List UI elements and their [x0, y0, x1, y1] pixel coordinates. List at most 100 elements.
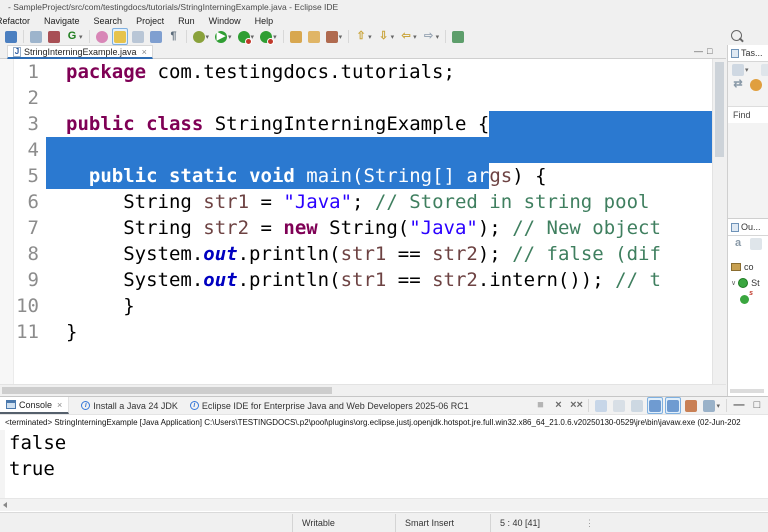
console-notification-1[interactable]: i Eclipse IDE for Enterprise Java and Web…: [189, 401, 469, 411]
last-edit-location-button[interactable]: ⇦ ▾: [398, 28, 419, 45]
menu-item-run[interactable]: Run: [171, 16, 202, 26]
previous-annotation-dropdown-arrow[interactable]: ▾: [368, 33, 372, 41]
coverage-run-button[interactable]: ▾: [258, 28, 279, 45]
show-whitespace-button[interactable]: ¶: [166, 28, 182, 45]
editor-vertical-scrollbar[interactable]: [712, 59, 726, 384]
gradle-refresh-button[interactable]: G ▾: [64, 28, 85, 45]
new-wizard-button[interactable]: [3, 28, 19, 45]
outline-item-package[interactable]: co: [728, 259, 768, 275]
external-tools-dropdown-arrow[interactable]: ▾: [206, 33, 210, 41]
console-tab-close-icon[interactable]: ×: [57, 400, 62, 410]
editor-tab-close-icon[interactable]: ×: [142, 47, 147, 57]
maximize-console-button[interactable]: □: [749, 397, 765, 414]
menu-item-refactor[interactable]: Refactor: [0, 16, 37, 26]
code-text[interactable]: System. out .println(str1 == str2 .intern()…: [46, 267, 712, 293]
show-stderr-on-change-button[interactable]: [665, 397, 682, 414]
token: System.: [66, 243, 204, 265]
remove-launch-button[interactable]: ×: [550, 397, 566, 414]
minimize-editor-area-icon[interactable]: —: [694, 46, 703, 56]
horizontal-scrollbar-thumb[interactable]: [2, 387, 332, 394]
tab-task-list[interactable]: Tas...: [728, 45, 768, 62]
open-perspective-button[interactable]: [450, 28, 466, 45]
vertical-scrollbar-thumb[interactable]: [715, 62, 724, 157]
code-text[interactable]: }: [46, 319, 712, 345]
selection-fill: [489, 111, 712, 137]
console-horizontal-scrollbar[interactable]: [0, 498, 768, 511]
console-notification-0[interactable]: i Install a Java 24 JDK: [81, 401, 178, 411]
tab-outline[interactable]: Ou...: [728, 219, 768, 236]
new-java-package-button[interactable]: [46, 28, 62, 45]
task-repository-button[interactable]: [748, 76, 764, 93]
run-button[interactable]: ▶ ▾: [213, 28, 234, 45]
code-text[interactable]: System. out .println(str1 == str2); // fal…: [46, 241, 712, 267]
outline-item-method[interactable]: s: [728, 290, 768, 307]
minimize-console-button[interactable]: —: [731, 397, 747, 414]
forward-history-dropdown-arrow[interactable]: ▾: [436, 33, 440, 41]
word-wrap-button[interactable]: [629, 397, 645, 414]
previous-annotation-button[interactable]: ⇧ ▾: [353, 28, 374, 45]
debug-run-button[interactable]: ▾: [236, 28, 257, 45]
menu-item-search[interactable]: Search: [87, 16, 130, 26]
skip-breakpoints-button[interactable]: [130, 28, 146, 45]
token: main(String[] ar: [294, 163, 490, 189]
open-type-button[interactable]: [148, 28, 164, 45]
editor-tab[interactable]: J StringInterningExample.java ×: [7, 45, 153, 59]
terminate-button[interactable]: ■: [532, 397, 548, 414]
status-overflow-icon[interactable]: ⋮: [585, 514, 594, 532]
pin-console-icon: [685, 399, 698, 412]
link-with-editor-button[interactable]: ⇄: [730, 76, 746, 93]
gradle-refresh-dropdown-arrow[interactable]: ▾: [79, 33, 83, 41]
outline-item-class[interactable]: ∨ St: [728, 275, 768, 291]
launch-config-button[interactable]: ▾: [324, 28, 345, 45]
next-annotation-button[interactable]: ⇩ ▾: [376, 28, 397, 45]
launch-config-dropdown-arrow[interactable]: ▾: [339, 33, 343, 41]
code-text[interactable]: String str2 = new String("Java"); // New…: [46, 215, 712, 241]
code-text[interactable]: public class StringInterningExample {: [46, 111, 712, 137]
code-text[interactable]: }: [46, 293, 712, 319]
console-output[interactable]: false true: [0, 430, 768, 498]
line-number: 9: [27, 269, 39, 291]
new-task-button[interactable]: ▾: [730, 61, 751, 78]
debug-flower-button[interactable]: [94, 28, 110, 45]
code-text[interactable]: String str1 = "Java"; // Stored in strin…: [46, 189, 712, 215]
quick-search-button[interactable]: [731, 30, 745, 44]
outline-panel: Ou... as co ∨ Sts: [727, 218, 768, 396]
code-text[interactable]: [46, 85, 712, 111]
show-stdout-on-change-button[interactable]: [647, 397, 664, 414]
external-tools-button[interactable]: ▾: [191, 28, 212, 45]
new-task-dropdown-arrow[interactable]: ▾: [745, 66, 749, 74]
task-find-input[interactable]: Find: [728, 106, 768, 123]
pin-console-button[interactable]: [683, 397, 699, 414]
new-folder-button[interactable]: [288, 28, 304, 45]
last-edit-location-dropdown-arrow[interactable]: ▾: [413, 33, 417, 41]
menu-item-project[interactable]: Project: [129, 16, 171, 26]
menu-item-navigate[interactable]: Navigate: [37, 16, 87, 26]
code-text[interactable]: public static void main(String[] ar gs) {: [46, 163, 712, 189]
outline-horizontal-scrollbar[interactable]: [730, 389, 764, 393]
sort-outline-button[interactable]: a: [730, 235, 746, 252]
next-annotation-dropdown-arrow[interactable]: ▾: [391, 33, 395, 41]
maximize-editor-area-icon[interactable]: □: [707, 46, 712, 56]
menu-item-window[interactable]: Window: [202, 16, 248, 26]
token: new: [283, 217, 318, 239]
open-console-dropdown-arrow[interactable]: ▾: [716, 402, 720, 410]
code-text[interactable]: [46, 137, 712, 163]
tab-console[interactable]: Console ×: [0, 397, 70, 414]
remove-all-launches-button[interactable]: ××: [568, 397, 584, 414]
token: gs: [489, 165, 513, 187]
scroll-lock-button[interactable]: [611, 397, 627, 414]
hide-fields-button[interactable]: [748, 235, 764, 252]
forward-history-button[interactable]: ⇨ ▾: [421, 28, 442, 45]
open-folder-button[interactable]: [306, 28, 322, 45]
open-console-button[interactable]: ▾: [701, 397, 722, 414]
menu-item-help[interactable]: Help: [248, 16, 281, 26]
editor-horizontal-scrollbar[interactable]: [0, 384, 726, 396]
chevron-expanded-icon[interactable]: ∨: [731, 279, 736, 287]
save-button[interactable]: [28, 28, 44, 45]
code-text[interactable]: package com.testingdocs.tutorials;: [46, 59, 712, 85]
run-dropdown-arrow[interactable]: ▾: [228, 33, 232, 41]
format-brush-button[interactable]: [111, 28, 128, 45]
scroll-left-arrow-icon[interactable]: [3, 502, 7, 508]
clear-console-button[interactable]: [593, 397, 609, 414]
token: }: [66, 321, 78, 343]
